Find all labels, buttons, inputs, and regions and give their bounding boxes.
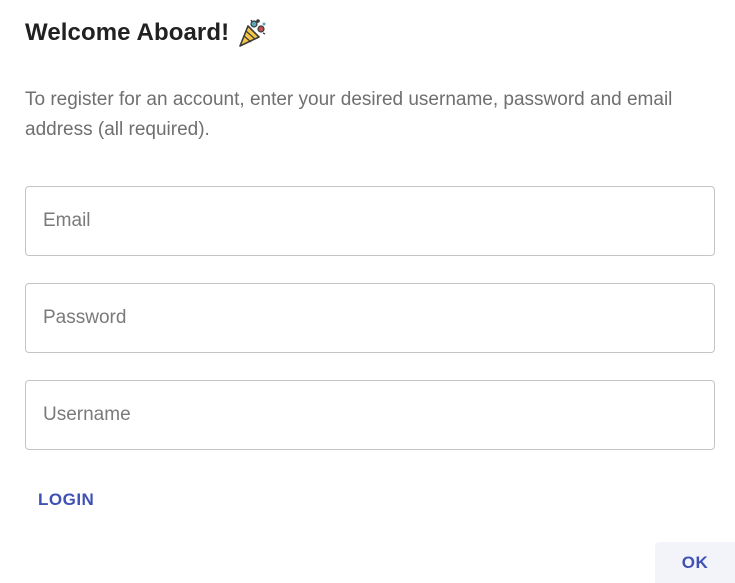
email-input[interactable] [26,187,714,255]
ok-button[interactable]: OK [655,542,735,583]
party-popper-icon [237,18,267,48]
password-field-container [25,283,715,353]
dialog-title-text: Welcome Aboard! [25,19,230,46]
password-input[interactable] [26,284,714,352]
email-field-container [25,186,715,256]
intro-text: To register for an account, enter your d… [25,89,673,140]
dialog-title: Welcome Aboard! [25,18,267,48]
username-input[interactable] [26,381,714,449]
register-dialog: Welcome Aboard! To register for an accou… [0,0,735,583]
username-field-container [25,380,715,450]
login-button[interactable]: LOGIN [28,480,104,520]
